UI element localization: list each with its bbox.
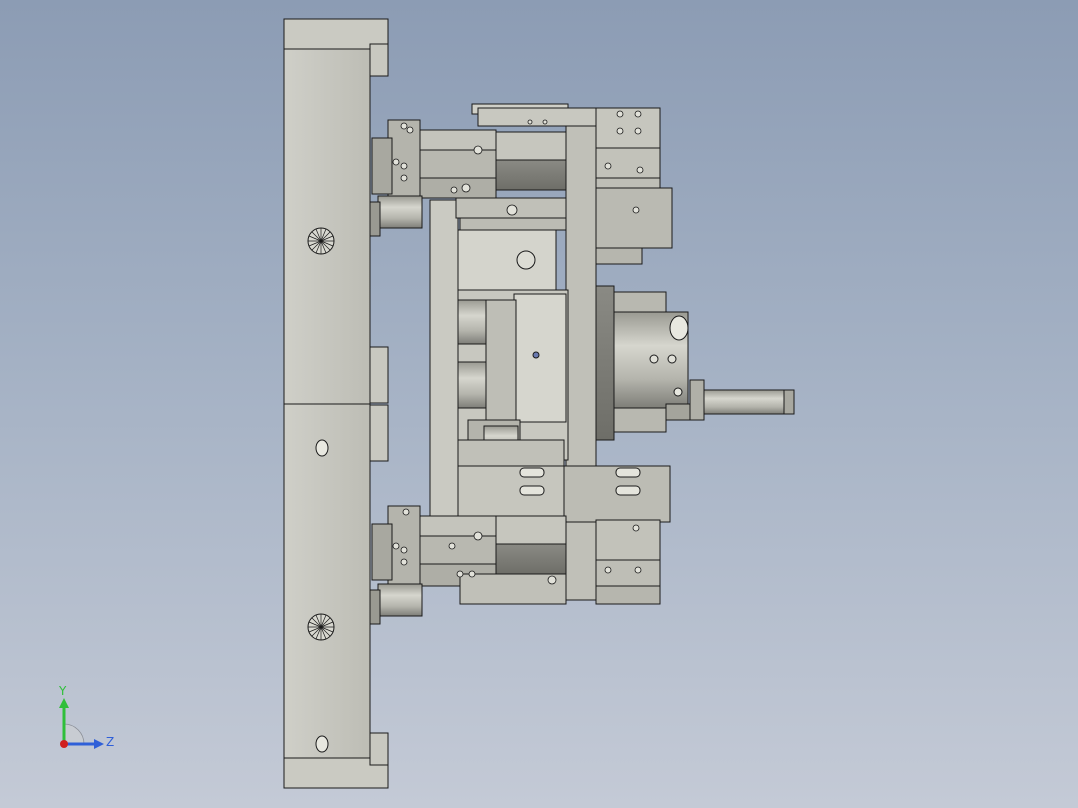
triad-arc-icon (63, 723, 85, 745)
origin-icon (60, 740, 68, 748)
axis-triad: Y Z (40, 680, 130, 760)
ejector-block[interactable] (457, 229, 569, 469)
ejector-pin-head-upper (307, 227, 335, 255)
cad-viewport[interactable]: Y Z (0, 0, 1078, 808)
spacer-plate (565, 117, 597, 601)
locating-hole (315, 439, 329, 457)
support-plate (429, 199, 459, 521)
locating-hole (315, 735, 329, 753)
z-arrow-icon (94, 739, 104, 749)
y-arrow-icon (59, 698, 69, 708)
locating-ring[interactable] (595, 285, 705, 441)
z-axis-label: Z (106, 735, 114, 749)
axis-triad-graphic: Y Z (58, 684, 114, 749)
lower-slide-assembly[interactable] (369, 505, 661, 625)
y-axis-label: Y (58, 684, 67, 698)
mold-assembly-model[interactable] (0, 0, 1078, 808)
clamp-plate[interactable] (283, 18, 389, 789)
sprue-nozzle[interactable] (689, 379, 795, 421)
lower-block[interactable] (457, 465, 671, 523)
ejector-pin-head-lower (307, 613, 335, 641)
